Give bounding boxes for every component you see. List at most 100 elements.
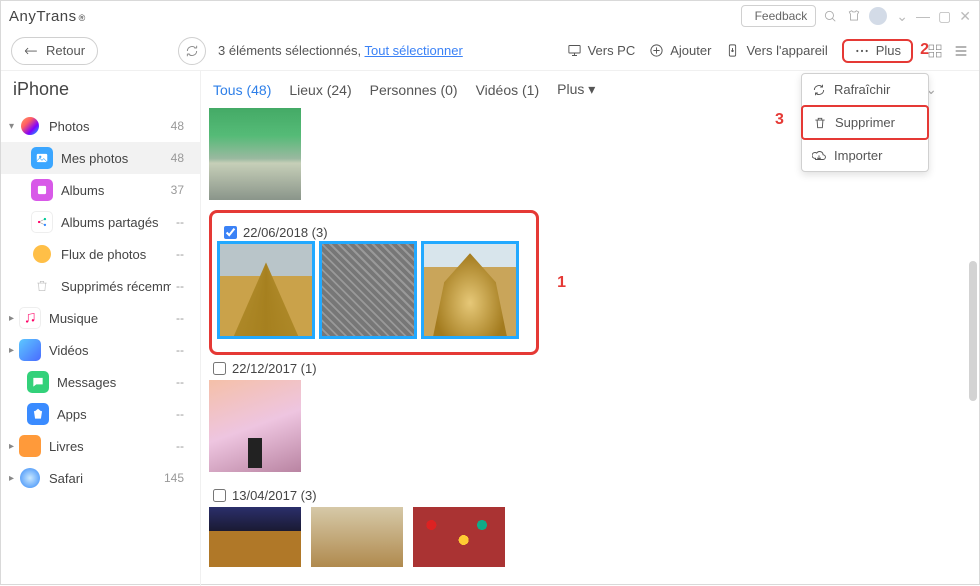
toolbar: Retour 3 éléments sélectionnés, Tout sél… bbox=[1, 31, 979, 71]
sidebar-item-music[interactable]: ▸ Musique -- bbox=[1, 302, 200, 334]
sidebar-count: -- bbox=[176, 343, 190, 357]
monitor-icon bbox=[567, 43, 582, 58]
grid-view-icon[interactable] bbox=[927, 43, 943, 59]
minimize-icon[interactable]: — bbox=[916, 8, 930, 25]
more-dropdown: Rafraîchir Supprimer 3 Importer bbox=[801, 73, 929, 172]
chevron-right-icon[interactable]: ▸ bbox=[9, 441, 19, 452]
cloud-down-icon bbox=[812, 149, 826, 163]
chevron-right-icon[interactable]: ▸ bbox=[9, 345, 19, 356]
sidebar: iPhone ▾ Photos 48 Mes photos 48 Albums … bbox=[1, 71, 201, 586]
share-icon bbox=[31, 211, 53, 233]
chevron-right-icon[interactable]: ▸ bbox=[9, 473, 19, 484]
selected-group-box: 22/06/2018 (3) 1 bbox=[209, 210, 539, 355]
to-device-button[interactable]: Vers l'appareil bbox=[725, 43, 827, 58]
to-pc-label: Vers PC bbox=[588, 43, 636, 58]
sidebar-count: 37 bbox=[171, 183, 190, 197]
more-button[interactable]: Plus 2 bbox=[842, 39, 913, 63]
photo-thumb[interactable] bbox=[209, 380, 301, 472]
sidebar-count: -- bbox=[176, 407, 190, 421]
close-icon[interactable]: ✕ bbox=[959, 8, 971, 25]
photo-thumb[interactable] bbox=[209, 108, 301, 200]
sidebar-count: -- bbox=[176, 247, 190, 261]
sidebar-item-messages[interactable]: Messages -- bbox=[1, 366, 200, 398]
group-checkbox[interactable] bbox=[213, 362, 226, 375]
photo-thumb[interactable] bbox=[424, 244, 516, 336]
photo-thumb[interactable] bbox=[311, 507, 403, 567]
group-checkbox[interactable] bbox=[224, 226, 237, 239]
back-label: Retour bbox=[46, 43, 85, 58]
sidebar-item-deleted[interactable]: Supprimés récemment -- bbox=[1, 270, 200, 302]
sidebar-item-safari[interactable]: ▸ Safari 145 bbox=[1, 462, 200, 494]
filter-more[interactable]: Plus ▾ bbox=[557, 81, 595, 98]
trademark: ® bbox=[79, 13, 86, 23]
dropdown-import[interactable]: Importer bbox=[802, 140, 928, 171]
sidebar-label: Messages bbox=[57, 375, 116, 390]
sidebar-item-myphotos[interactable]: Mes photos 48 bbox=[1, 142, 200, 174]
filter-places[interactable]: Lieux (24) bbox=[289, 82, 351, 98]
refresh-icon bbox=[812, 83, 826, 97]
filter-all[interactable]: Tous (48) bbox=[213, 82, 271, 98]
sidebar-item-videos[interactable]: ▸ Vidéos -- bbox=[1, 334, 200, 366]
sidebar-label: Vidéos bbox=[49, 343, 89, 358]
avatar-icon[interactable] bbox=[868, 6, 888, 26]
search-icon[interactable] bbox=[820, 6, 840, 26]
feedback-button[interactable]: Feedback bbox=[741, 5, 817, 27]
to-pc-button[interactable]: Vers PC bbox=[567, 43, 636, 58]
group-header[interactable]: 22/12/2017 (1) bbox=[209, 355, 979, 380]
scrollbar[interactable] bbox=[969, 261, 977, 401]
sidebar-label: Livres bbox=[49, 439, 84, 454]
photo-thumb[interactable] bbox=[322, 244, 414, 336]
group-checkbox[interactable] bbox=[213, 489, 226, 502]
device-icon bbox=[725, 43, 740, 58]
content-area: Tous (48) Lieux (24) Personnes (0) Vidéo… bbox=[201, 71, 979, 586]
maximize-icon[interactable]: ▢ bbox=[938, 8, 951, 25]
group-header[interactable]: 22/06/2018 (3) bbox=[220, 219, 528, 244]
picture-icon bbox=[31, 147, 53, 169]
refresh-icon bbox=[185, 44, 199, 58]
sidebar-label: Flux de photos bbox=[61, 247, 146, 262]
titlebar: AnyTrans ® Feedback ⌄ — ▢ ✕ bbox=[1, 1, 979, 31]
trash-icon bbox=[31, 275, 53, 297]
dropdown-refresh[interactable]: Rafraîchir bbox=[802, 74, 928, 105]
filter-videos[interactable]: Vidéos (1) bbox=[476, 82, 540, 98]
sidebar-item-shared[interactable]: Albums partagés -- bbox=[1, 206, 200, 238]
sidebar-label: Safari bbox=[49, 471, 83, 486]
dropdown-label: Importer bbox=[834, 148, 882, 163]
device-name: iPhone bbox=[1, 75, 200, 110]
photos-icon bbox=[19, 115, 41, 137]
list-view-icon[interactable] bbox=[953, 43, 969, 59]
sidebar-item-books[interactable]: ▸ Livres -- bbox=[1, 430, 200, 462]
filter-people[interactable]: Personnes (0) bbox=[370, 82, 458, 98]
photo-scroll[interactable]: 22/06/2018 (3) 1 22/12/2017 (1) bbox=[201, 106, 979, 581]
chevron-down-icon[interactable]: ▾ bbox=[9, 121, 19, 132]
sidebar-count: -- bbox=[176, 215, 190, 229]
dropdown-delete[interactable]: Supprimer 3 bbox=[801, 105, 929, 140]
photo-thumb[interactable] bbox=[220, 244, 312, 336]
to-device-label: Vers l'appareil bbox=[746, 43, 827, 58]
refresh-button[interactable] bbox=[178, 37, 206, 65]
sidebar-item-photos[interactable]: ▾ Photos 48 bbox=[1, 110, 200, 142]
photo-thumb[interactable] bbox=[209, 507, 301, 567]
plus-circle-icon bbox=[649, 43, 664, 58]
chevron-right-icon[interactable]: ▸ bbox=[9, 313, 19, 324]
shirt-icon[interactable] bbox=[844, 6, 864, 26]
more-label: Plus bbox=[876, 43, 901, 58]
callout-3: 3 bbox=[775, 111, 784, 129]
group-date: 22/06/2018 (3) bbox=[243, 225, 328, 240]
sidebar-item-albums[interactable]: Albums 37 bbox=[1, 174, 200, 206]
sidebar-count: -- bbox=[176, 439, 190, 453]
videos-icon bbox=[19, 339, 41, 361]
caret-down-icon[interactable]: ⌄ bbox=[896, 8, 908, 25]
sidebar-item-stream[interactable]: Flux de photos -- bbox=[1, 238, 200, 270]
sidebar-item-apps[interactable]: Apps -- bbox=[1, 398, 200, 430]
arrow-left-icon bbox=[24, 45, 38, 57]
sidebar-count: 48 bbox=[171, 151, 190, 165]
photo-thumb[interactable] bbox=[413, 507, 505, 567]
select-all-link[interactable]: Tout sélectionner bbox=[365, 43, 463, 58]
add-button[interactable]: Ajouter bbox=[649, 43, 711, 58]
app-title: AnyTrans ® bbox=[9, 8, 86, 25]
back-button[interactable]: Retour bbox=[11, 37, 98, 65]
group-date: 13/04/2017 (3) bbox=[232, 488, 317, 503]
group-header[interactable]: 13/04/2017 (3) bbox=[209, 482, 979, 507]
view-switch bbox=[927, 43, 969, 59]
